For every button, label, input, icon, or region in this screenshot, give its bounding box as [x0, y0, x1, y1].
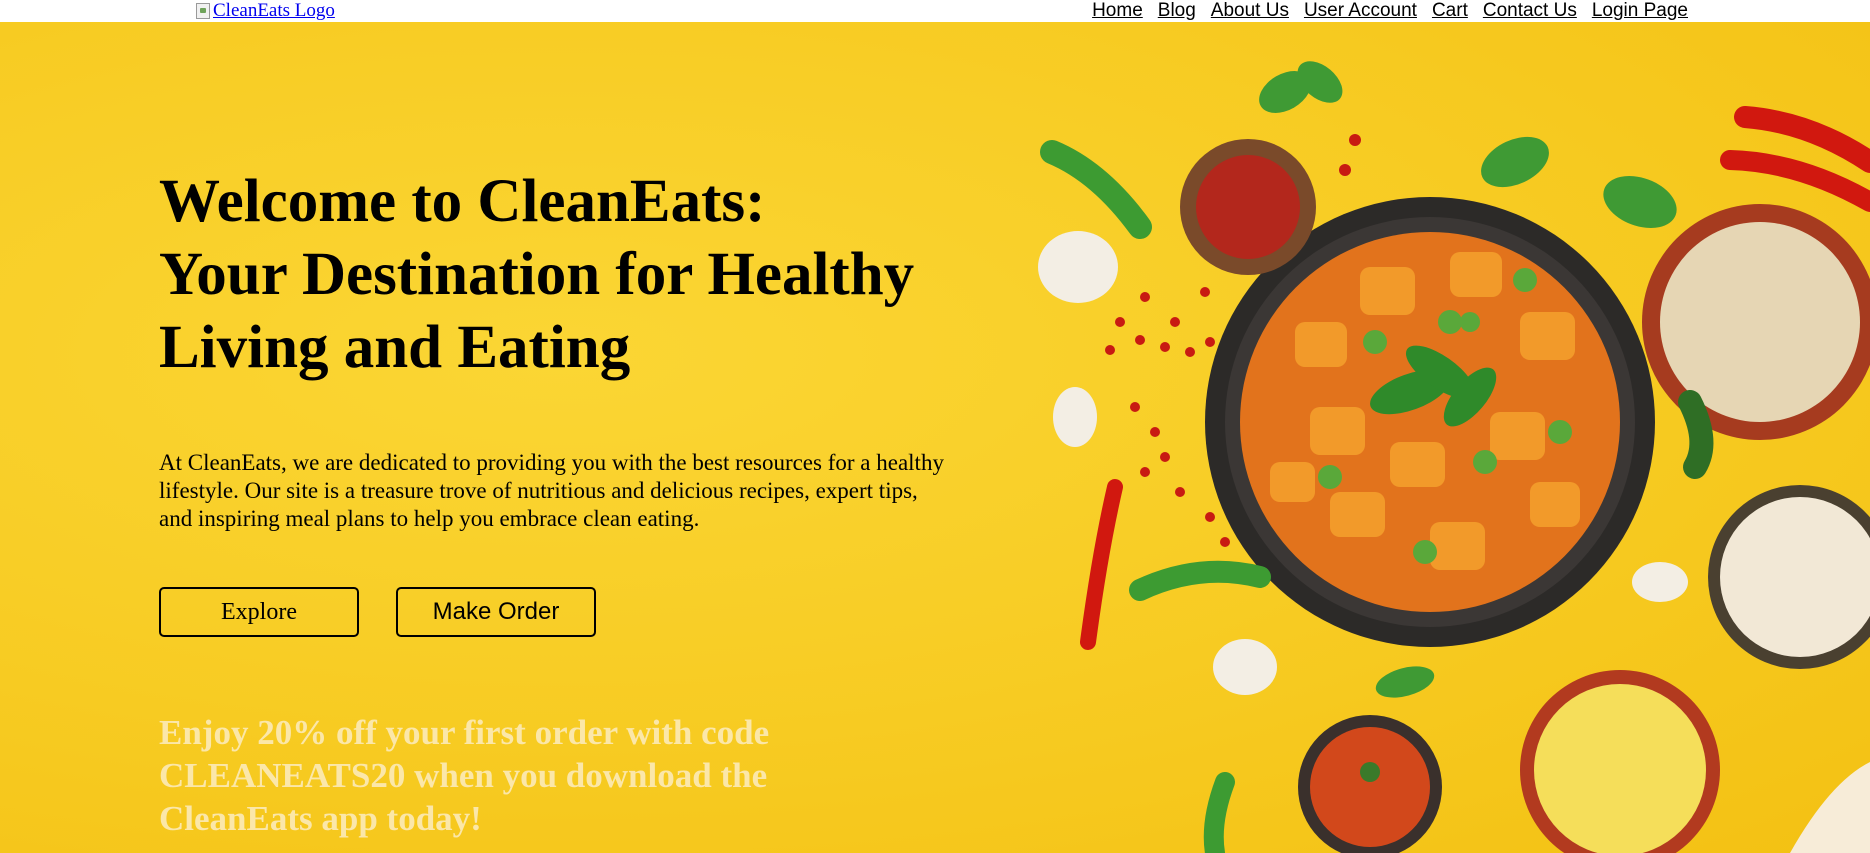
hero-title-line: Living and Eating	[159, 314, 631, 381]
sauce-bowl	[1298, 715, 1442, 853]
explore-button[interactable]: Explore	[159, 587, 359, 637]
nav-account-link[interactable]: User Account	[1304, 0, 1417, 22]
nav-home-link[interactable]: Home	[1092, 0, 1143, 22]
logo-alt-text: CleanEats Logo	[213, 0, 335, 21]
food-illustration	[1038, 61, 1870, 853]
quinoa-bowl	[1642, 204, 1870, 440]
spice-bowl	[1180, 139, 1316, 275]
nav-login-link[interactable]: Login Page	[1592, 0, 1688, 22]
hero-title-line: Welcome to CleanEats:	[159, 168, 766, 235]
nav-blog-link[interactable]: Blog	[1158, 0, 1196, 22]
nav-about-link[interactable]: About Us	[1211, 0, 1289, 22]
top-navbar: CleanEats Logo Home Blog About Us User A…	[0, 0, 1870, 22]
broken-image-icon	[196, 3, 210, 19]
hero-title-line: Your Destination for Healthy	[159, 241, 915, 308]
nav-contact-link[interactable]: Contact Us	[1483, 0, 1577, 22]
promo-text: Enjoy 20% off your first order with code…	[159, 713, 770, 838]
hero-title: Welcome to CleanEats: Your Destination f…	[159, 165, 959, 384]
rice-bowl	[1520, 670, 1720, 853]
flatbread	[1790, 762, 1870, 853]
make-order-button[interactable]: Make Order	[396, 587, 596, 637]
main-nav: Home Blog About Us User Account Cart Con…	[1092, 0, 1688, 22]
hero-section: Welcome to CleanEats: Your Destination f…	[0, 22, 1870, 853]
nav-cart-link[interactable]: Cart	[1432, 0, 1468, 22]
beans-bowl	[1708, 485, 1870, 669]
hero-intro: At CleanEats, we are dedicated to provid…	[159, 450, 944, 531]
logo-link[interactable]: CleanEats Logo	[196, 0, 335, 22]
